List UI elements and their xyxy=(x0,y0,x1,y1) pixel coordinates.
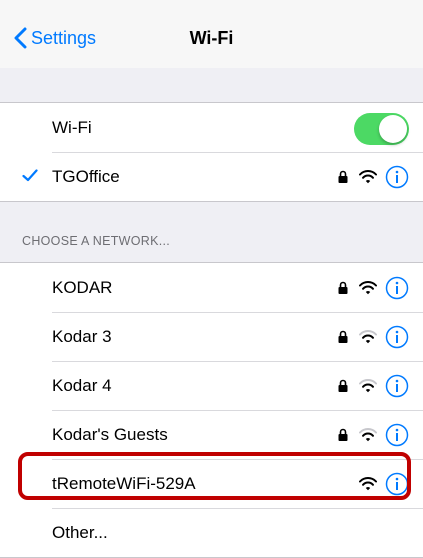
connected-network-row[interactable]: TGOffice xyxy=(0,152,423,201)
lock-icon xyxy=(338,428,348,441)
wifi-toggle-label: Wi-Fi xyxy=(52,117,92,137)
wifi-icon xyxy=(359,169,377,183)
checkmark-icon xyxy=(22,169,38,182)
section-header: CHOOSE A NETWORK... xyxy=(22,234,171,248)
network-row-other[interactable]: Other... xyxy=(0,508,423,557)
wifi-icon xyxy=(359,329,377,343)
toggle-knob xyxy=(379,115,407,143)
back-button[interactable]: Settings xyxy=(14,24,96,52)
wifi-toggle-row: Wi-Fi xyxy=(0,103,423,152)
network-row-tremotewifi-529a[interactable]: tRemoteWiFi-529A xyxy=(0,459,423,508)
network-name: Kodar 4 xyxy=(52,375,112,395)
info-icon[interactable] xyxy=(385,325,409,349)
chevron-left-icon xyxy=(14,27,27,49)
network-name: KODAR xyxy=(52,277,113,297)
network-row-kodars-guests[interactable]: Kodar's Guests xyxy=(0,410,423,459)
info-icon[interactable] xyxy=(385,165,409,189)
network-name: Other... xyxy=(52,522,108,542)
network-accessories xyxy=(338,152,409,201)
back-label: Settings xyxy=(31,27,97,48)
info-icon[interactable] xyxy=(385,276,409,300)
wifi-icon xyxy=(359,378,377,392)
network-list: KODAR Kodar 3 Kodar 4 Kodar's Guests tRe… xyxy=(0,262,423,558)
network-row-kodar-4[interactable]: Kodar 4 xyxy=(0,361,423,410)
lock-icon xyxy=(338,330,348,343)
info-icon[interactable] xyxy=(385,374,409,398)
connected-network-name: TGOffice xyxy=(52,166,120,186)
lock-icon xyxy=(338,379,348,392)
network-name: Kodar 3 xyxy=(52,326,112,346)
info-icon[interactable] xyxy=(385,472,409,496)
network-accessories xyxy=(359,459,409,508)
navigation-bar: Settings Wi-Fi xyxy=(0,0,423,68)
network-name: tRemoteWiFi-529A xyxy=(52,473,196,493)
wifi-toggle-switch[interactable] xyxy=(354,113,409,145)
network-name: Kodar's Guests xyxy=(52,424,168,444)
info-icon[interactable] xyxy=(385,423,409,447)
network-accessories xyxy=(338,361,409,410)
network-row-kodar[interactable]: KODAR xyxy=(0,263,423,312)
network-accessories xyxy=(338,410,409,459)
network-accessories xyxy=(338,263,409,312)
lock-icon xyxy=(338,170,348,183)
wifi-settings-group: Wi-Fi TGOffice xyxy=(0,102,423,202)
wifi-icon xyxy=(359,427,377,441)
network-accessories xyxy=(338,312,409,361)
wifi-icon xyxy=(359,476,377,490)
network-row-kodar-3[interactable]: Kodar 3 xyxy=(0,312,423,361)
lock-icon xyxy=(338,281,348,294)
wifi-icon xyxy=(359,280,377,294)
